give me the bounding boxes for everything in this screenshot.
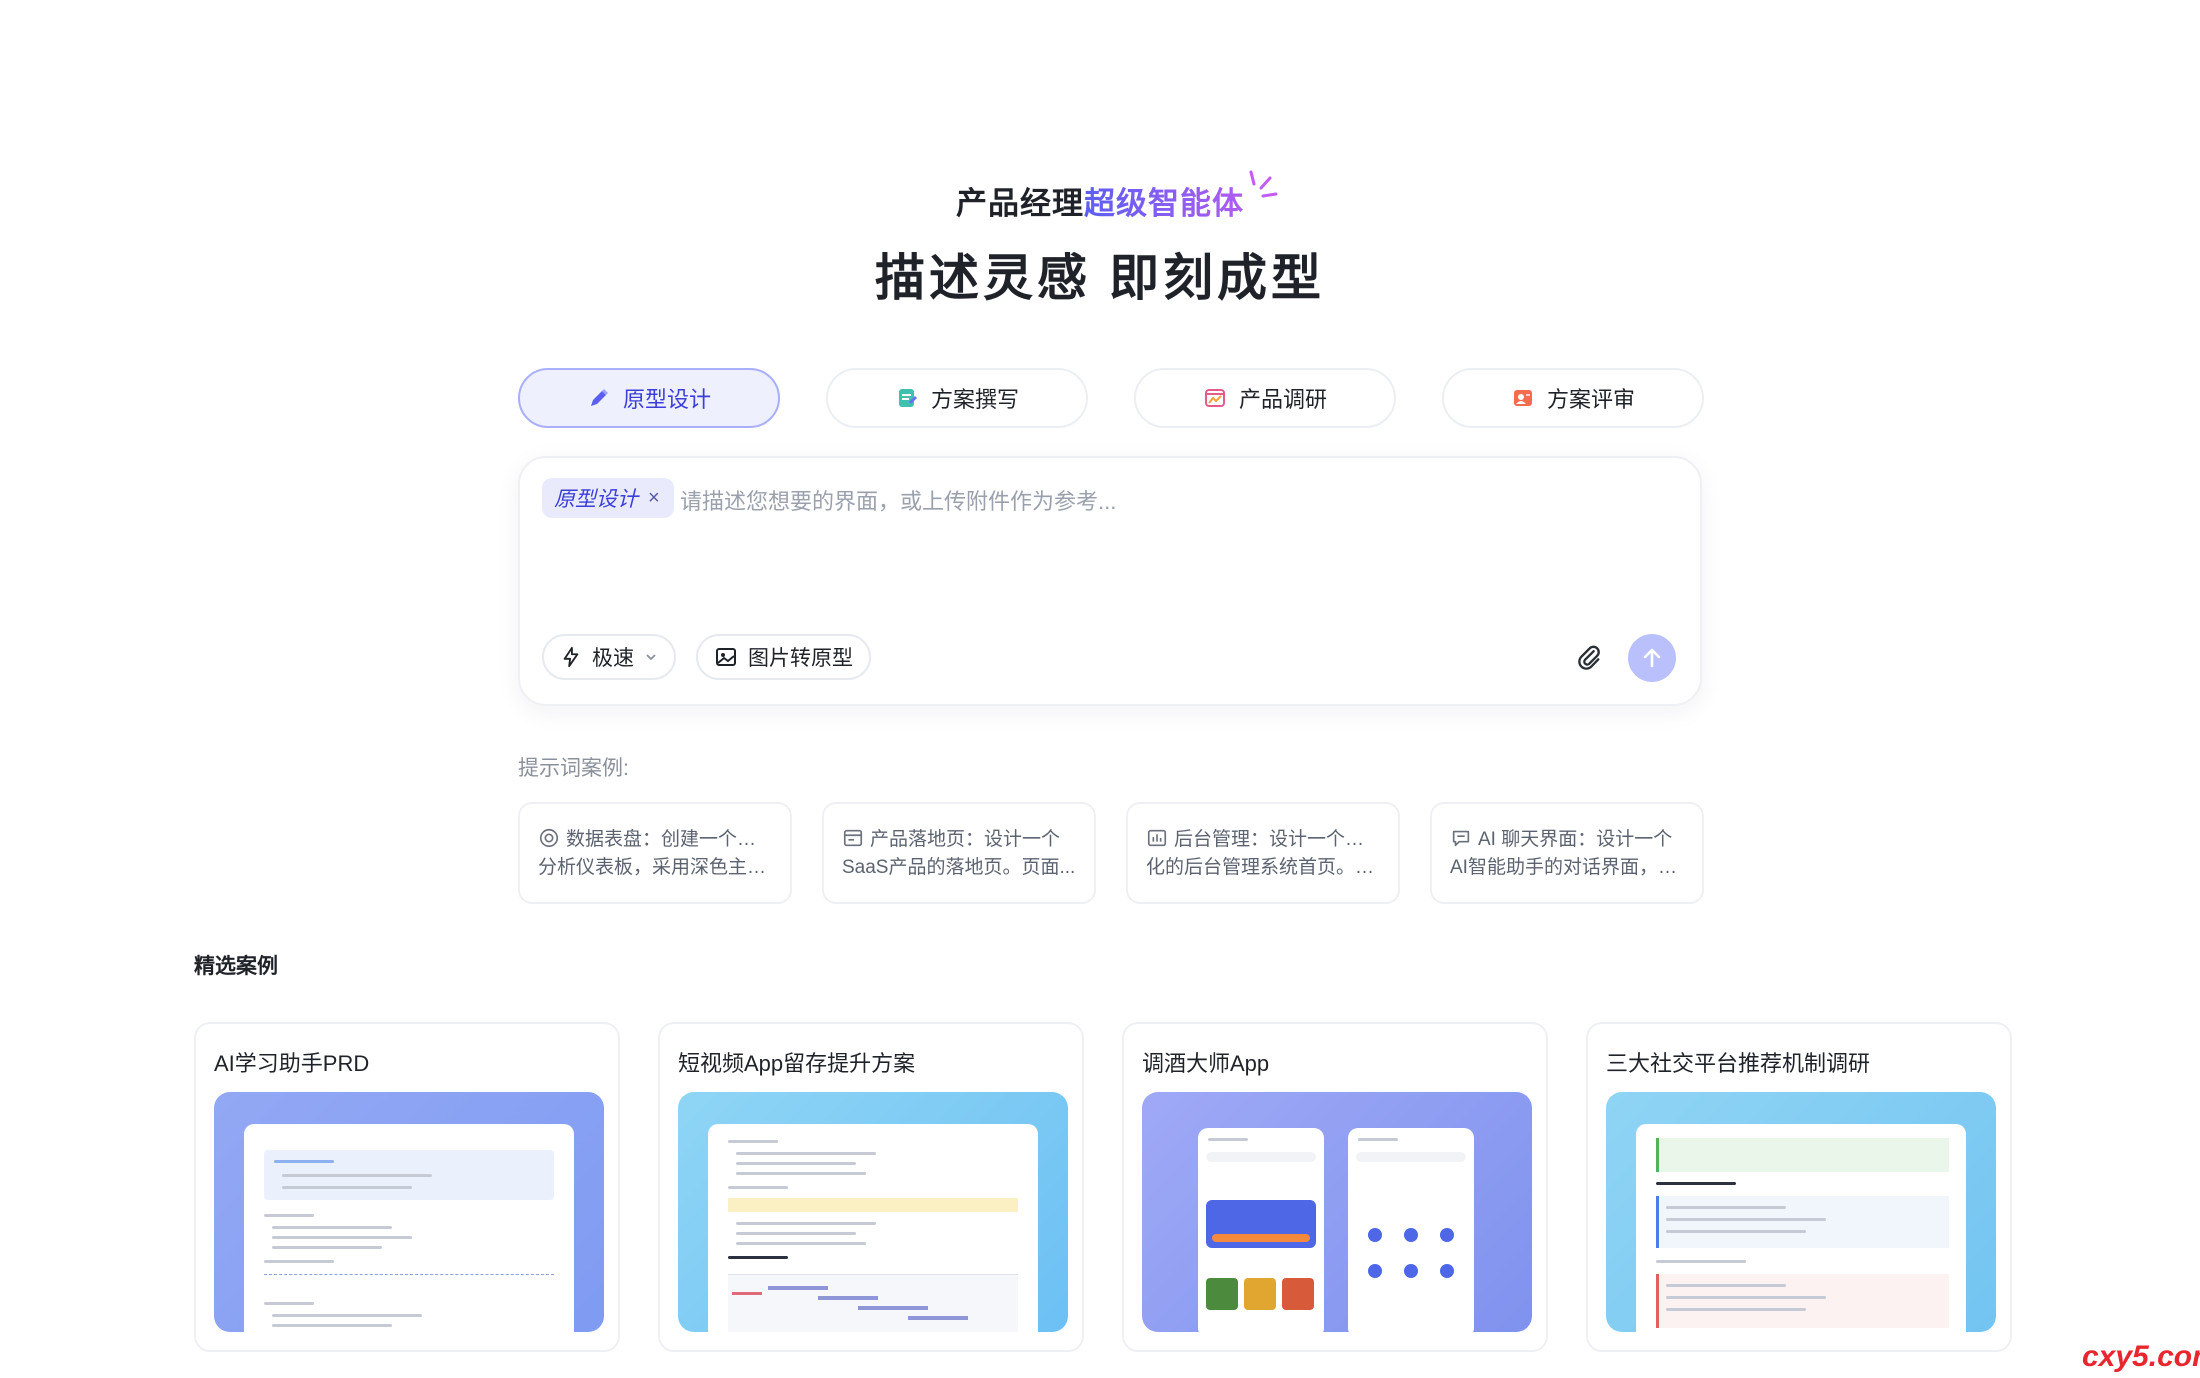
image-to-prototype-button[interactable]: 图片转原型 bbox=[696, 634, 871, 680]
example-line-1: AI 聊天界面：设计一个 bbox=[1478, 829, 1673, 850]
prompt-input[interactable]: 请描述您想要的界面，或上传附件作为参考... bbox=[680, 484, 1116, 516]
case-card-bartender-app[interactable]: 调酒大师App bbox=[1122, 1022, 1548, 1352]
case-thumbnail bbox=[678, 1092, 1068, 1332]
case-title: 三大社交平台推荐机制调研 bbox=[1606, 1051, 1871, 1076]
lightning-icon bbox=[563, 646, 579, 668]
mode-chip-label: 原型设计 bbox=[554, 488, 638, 511]
tab-prototype-design[interactable]: 原型设计 bbox=[518, 368, 780, 428]
case-card-short-video-retention[interactable]: 短视频App留存提升方案 bbox=[658, 1022, 1084, 1352]
example-line-2: 分析仪表板，采用深色主题... bbox=[538, 857, 772, 878]
admin-chart-icon bbox=[1147, 829, 1167, 847]
case-title: AI学习助手PRD bbox=[214, 1051, 370, 1076]
landing-page-icon bbox=[843, 829, 863, 847]
example-card-admin[interactable]: 后台管理：设计一个现代 化的后台管理系统首页。左... bbox=[1126, 802, 1400, 904]
arrow-up-icon bbox=[1643, 648, 1661, 668]
case-thumbnail bbox=[1142, 1092, 1532, 1332]
case-card-ai-learning-prd[interactable]: AI学习助手PRD bbox=[194, 1022, 620, 1352]
example-card-dashboard[interactable]: 数据表盘：创建一个数据 分析仪表板，采用深色主题... bbox=[518, 802, 792, 904]
chevron-down-icon bbox=[646, 654, 656, 661]
tab-label: 方案撰写 bbox=[930, 387, 1019, 412]
chat-icon bbox=[1452, 830, 1470, 847]
image-to-prototype-label: 图片转原型 bbox=[748, 647, 853, 670]
example-card-landing-page[interactable]: 产品落地页：设计一个 SaaS产品的落地页。页面... bbox=[822, 802, 1096, 904]
tagline-highlight: 超级智能体 bbox=[1084, 186, 1244, 221]
example-line-1: 产品落地页：设计一个 bbox=[870, 829, 1061, 850]
watermark: cxy5.com bbox=[2082, 1340, 2200, 1373]
review-icon bbox=[1513, 390, 1532, 406]
dashboard-icon bbox=[539, 828, 559, 848]
headline: 描述灵感 即刻成型 bbox=[875, 250, 1325, 306]
mode-chip[interactable]: 原型设计 × bbox=[542, 478, 674, 518]
case-title: 短视频App留存提升方案 bbox=[678, 1051, 916, 1076]
speed-dropdown[interactable]: 极速 bbox=[542, 634, 676, 680]
example-card-chat[interactable]: AI 聊天界面：设计一个 AI智能助手的对话界面，左... bbox=[1430, 802, 1704, 904]
example-line-1: 数据表盘：创建一个数据 bbox=[566, 829, 772, 850]
pen-icon bbox=[590, 389, 608, 406]
case-thumbnail bbox=[1606, 1092, 1996, 1332]
case-title: 调酒大师App bbox=[1142, 1051, 1270, 1076]
document-icon bbox=[898, 389, 917, 407]
example-line-2: SaaS产品的落地页。页面... bbox=[842, 857, 1076, 878]
tab-label: 方案评审 bbox=[1546, 387, 1635, 412]
examples-label: 提示词案例: bbox=[518, 757, 629, 780]
case-card-social-platform-research[interactable]: 三大社交平台推荐机制调研 bbox=[1586, 1022, 2012, 1352]
sparkle-icon bbox=[1249, 170, 1278, 198]
image-icon bbox=[716, 648, 736, 666]
tagline-prefix: 产品经理 bbox=[956, 186, 1084, 221]
send-button[interactable] bbox=[1628, 634, 1676, 682]
attachment-icon[interactable] bbox=[1572, 640, 1606, 674]
featured-section-title: 精选案例 bbox=[194, 955, 278, 978]
example-line-2: AI智能助手的对话界面，左... bbox=[1450, 857, 1684, 878]
tab-label: 原型设计 bbox=[622, 387, 711, 412]
tagline: 产品经理超级智能体 bbox=[0, 178, 2200, 223]
tab-product-research[interactable]: 产品调研 bbox=[1134, 368, 1396, 428]
example-line-2: 化的后台管理系统首页。左... bbox=[1146, 857, 1380, 878]
tab-label: 产品调研 bbox=[1238, 387, 1327, 412]
example-line-1: 后台管理：设计一个现代 bbox=[1174, 829, 1380, 850]
speed-label: 极速 bbox=[592, 647, 634, 670]
tab-proposal-writing[interactable]: 方案撰写 bbox=[826, 368, 1088, 428]
tab-proposal-review[interactable]: 方案评审 bbox=[1442, 368, 1704, 428]
close-icon[interactable]: × bbox=[648, 487, 660, 510]
chart-window-icon bbox=[1204, 389, 1225, 407]
case-thumbnail bbox=[214, 1092, 604, 1332]
